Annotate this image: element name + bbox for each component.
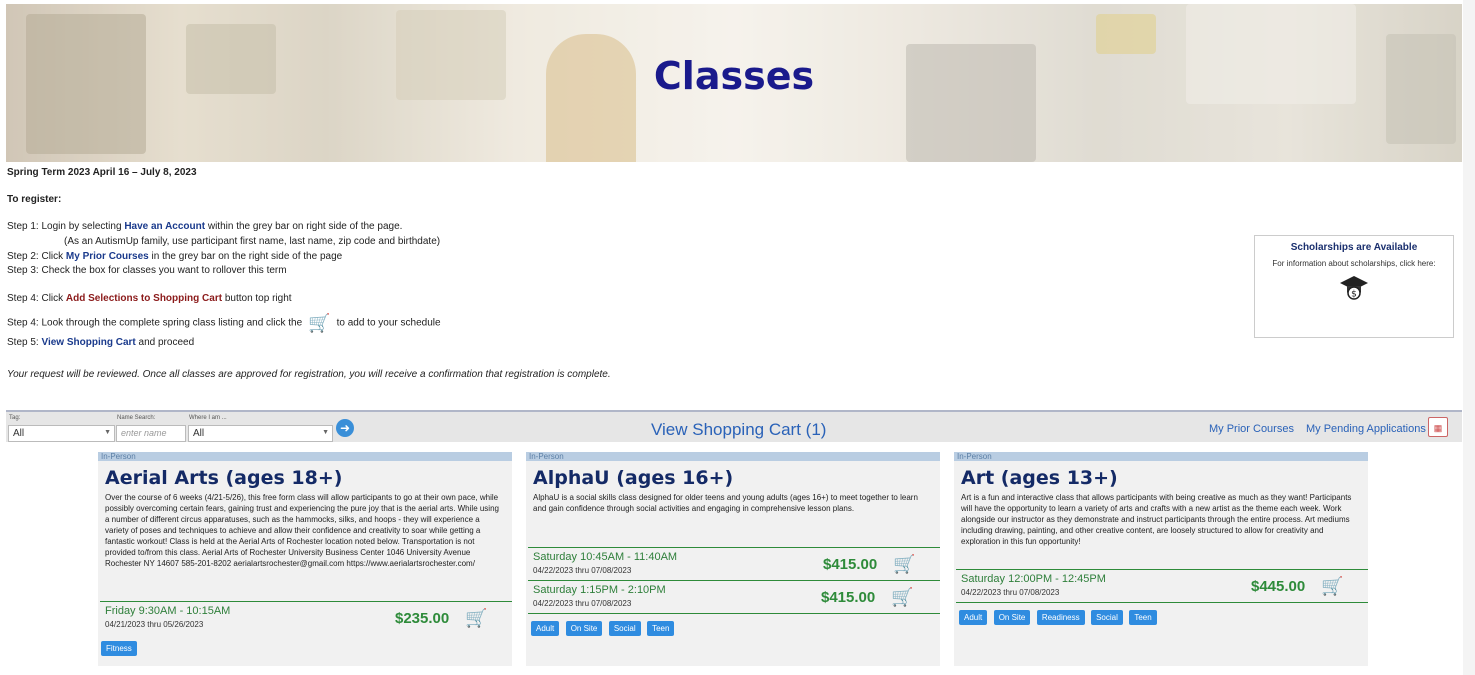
class-title[interactable]: Aerial Arts (ages 18+) [98,461,512,489]
class-description: AlphaU is a social skills class designed… [533,493,918,513]
where-label: Where I am ... [189,415,227,421]
class-session: Saturday 1:15PM - 2:10PM 04/22/2023 thru… [528,580,940,613]
calendar-icon[interactable]: ▦ [1428,417,1448,437]
class-type: In-Person [954,452,1368,461]
class-session: Saturday 10:45AM - 11:40AM 04/22/2023 th… [528,547,940,580]
review-note: Your request will be reviewed. Once all … [7,369,611,380]
scholarship-title: Scholarships are Available [1290,242,1418,253]
scholarship-subtitle: For information about scholarships, clic… [1272,259,1436,268]
scholarship-box[interactable]: Scholarships are Available For informati… [1254,235,1454,338]
class-description: Over the course of 6 weeks (4/21-5/26), … [105,493,499,568]
tag-social[interactable]: Social [608,621,641,636]
session-dates: 04/22/2023 thru 07/08/2023 [533,566,632,575]
session-price: $415.00 [821,589,876,606]
tag-list: Adult On Site Readiness Social Teen [956,602,1368,625]
name-search-label: Name Search: [117,415,156,421]
tag-adult[interactable]: Adult [531,621,560,636]
add-to-cart-icon[interactable]: 🛒 [893,554,915,575]
class-description: Art is a fun and interactive class that … [961,493,1352,546]
step-4a: Step 4: Click Add Selections to Shopping… [7,293,292,304]
class-title[interactable]: AlphaU (ages 16+) [526,461,940,489]
tag-list: Adult On Site Social Teen [528,613,940,636]
tag-fitness[interactable]: Fitness [101,641,137,656]
my-prior-courses-link[interactable]: My Prior Courses [1209,423,1294,435]
step-3: Step 3: Check the box for classes you wa… [7,265,287,276]
where-select[interactable]: All ▼ [188,425,333,442]
svg-text:$: $ [1351,290,1357,300]
my-pending-applications-link[interactable]: My Pending Applications [1306,423,1426,435]
tag-teen[interactable]: Teen [647,621,675,636]
filter-bar: Tag: All ▼ Name Search: enter name Where … [6,410,1462,442]
step-4b: Step 4: Look through the complete spring… [7,313,441,333]
class-session: Saturday 12:00PM - 12:45PM 04/22/2023 th… [956,569,1368,602]
hero-banner: Classes [6,4,1462,162]
view-shopping-cart-link[interactable]: View Shopping Cart (1) [651,420,826,440]
session-time: Friday 9:30AM - 10:15AM [105,605,231,617]
page-title: Classes [653,54,815,98]
class-type: In-Person [98,452,512,461]
chevron-down-icon: ▼ [104,429,111,436]
cart-icon: 🛒 [308,313,331,333]
to-register-heading: To register: [7,194,62,205]
session-dates: 04/22/2023 thru 07/08/2023 [533,599,632,608]
class-card-art: In-Person Art (ages 13+) Art is a fun an… [954,452,1368,666]
tag-on-site[interactable]: On Site [993,610,1031,625]
tag-social[interactable]: Social [1091,610,1123,625]
class-title[interactable]: Art (ages 13+) [954,461,1368,489]
graduation-cap-icon[interactable]: $ [1255,272,1453,309]
add-to-cart-icon[interactable]: 🛒 [465,608,487,629]
go-arrow-icon[interactable]: ➜ [336,419,354,437]
session-price: $445.00 [1251,578,1306,595]
tag-label: Tag: [9,415,21,421]
tag-teen[interactable]: Teen [1129,610,1157,625]
session-price: $235.00 [395,610,450,627]
session-dates: 04/21/2023 thru 05/26/2023 [105,620,204,629]
class-card-alphau: In-Person AlphaU (ages 16+) AlphaU is a … [526,452,940,666]
name-search-input[interactable]: enter name [116,425,186,442]
prior-courses-inline-link[interactable]: My Prior Courses [66,251,149,262]
add-to-cart-icon[interactable]: 🛒 [1321,576,1343,597]
tag-select[interactable]: All ▼ [8,425,115,442]
step-2: Step 2: Click My Prior Courses in the gr… [7,251,343,262]
tag-list: Fitness [98,634,512,656]
term-text: Spring Term 2023 April 16 – July 8, 2023 [7,167,197,178]
tag-adult[interactable]: Adult [959,610,988,625]
chevron-down-icon: ▼ [322,429,329,436]
session-dates: 04/22/2023 thru 07/08/2023 [961,588,1060,597]
tag-on-site[interactable]: On Site [565,621,603,636]
tag-readiness[interactable]: Readiness [1036,610,1085,625]
page-scrollbar[interactable] [1463,0,1475,675]
session-time: Saturday 1:15PM - 2:10PM [533,584,666,596]
add-selections-link[interactable]: Add Selections to Shopping Cart [66,293,222,304]
add-to-cart-icon[interactable]: 🛒 [891,587,913,608]
session-price: $415.00 [823,556,878,573]
have-account-link[interactable]: Have an Account [124,221,205,232]
class-type: In-Person [526,452,940,461]
class-card-aerial-arts: In-Person Aerial Arts (ages 18+) Over th… [98,452,512,666]
step-5: Step 5: View Shopping Cart and proceed [7,337,195,348]
step-1: Step 1: Login by selecting Have an Accou… [7,221,403,232]
step-1-note: (As an AutismUp family, use participant … [64,236,441,247]
session-time: Saturday 10:45AM - 11:40AM [533,551,678,563]
session-time: Saturday 12:00PM - 12:45PM [961,573,1106,585]
class-session: Friday 9:30AM - 10:15AM 04/21/2023 thru … [100,601,512,634]
view-cart-inline-link[interactable]: View Shopping Cart [41,337,135,348]
